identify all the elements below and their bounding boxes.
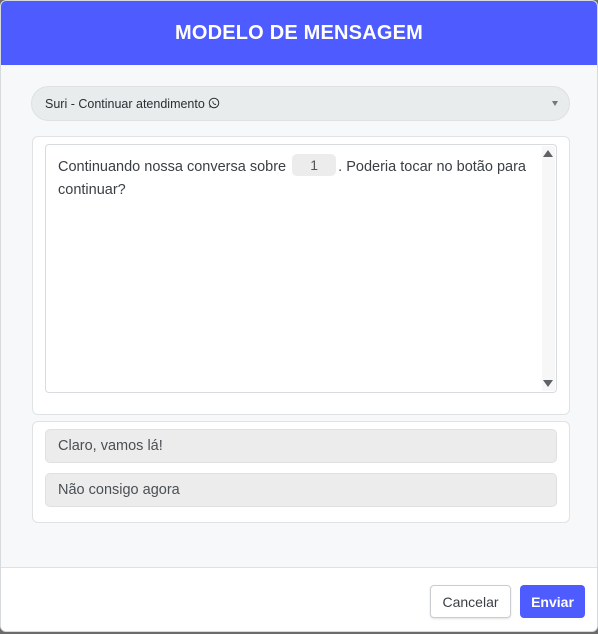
scrollbar[interactable] — [542, 146, 555, 391]
modal-title: MODELO DE MENSAGEM — [174, 21, 424, 44]
scroll-up-arrow-icon[interactable] — [543, 150, 553, 157]
message-text-before: Continuando nossa conversa sobre — [58, 159, 287, 175]
chevron-down-icon — [552, 101, 558, 106]
quick-reply-button[interactable]: Não consigo agora — [45, 473, 557, 507]
modal-header: MODELO DE MENSAGEM — [1, 1, 597, 65]
modal-footer: Cancelar Enviar — [1, 567, 597, 631]
scroll-down-arrow-icon[interactable] — [543, 380, 553, 387]
message-text: Continuando nossa conversa sobre 1. Pode… — [58, 154, 528, 202]
template-modal: MODELO DE MENSAGEM Suri - Continuar aten… — [0, 0, 598, 632]
cancel-button[interactable]: Cancelar — [430, 585, 511, 618]
message-textarea[interactable]: Continuando nossa conversa sobre 1. Pode… — [45, 144, 557, 393]
template-select-value: Suri - Continuar atendimento — [45, 97, 220, 111]
quick-replies-card: Claro, vamos lá! Não consigo agora — [32, 421, 570, 523]
template-select[interactable]: Suri - Continuar atendimento — [31, 86, 570, 121]
quick-reply-button[interactable]: Claro, vamos lá! — [45, 429, 557, 463]
template-select-label: Suri - Continuar atendimento — [45, 96, 205, 111]
message-card: Continuando nossa conversa sobre 1. Pode… — [32, 136, 570, 415]
send-button[interactable]: Enviar — [520, 585, 585, 618]
whatsapp-icon — [208, 97, 220, 108]
modal-body: Suri - Continuar atendimento Continuando… — [1, 65, 597, 567]
variable-input[interactable]: 1 — [292, 154, 337, 176]
